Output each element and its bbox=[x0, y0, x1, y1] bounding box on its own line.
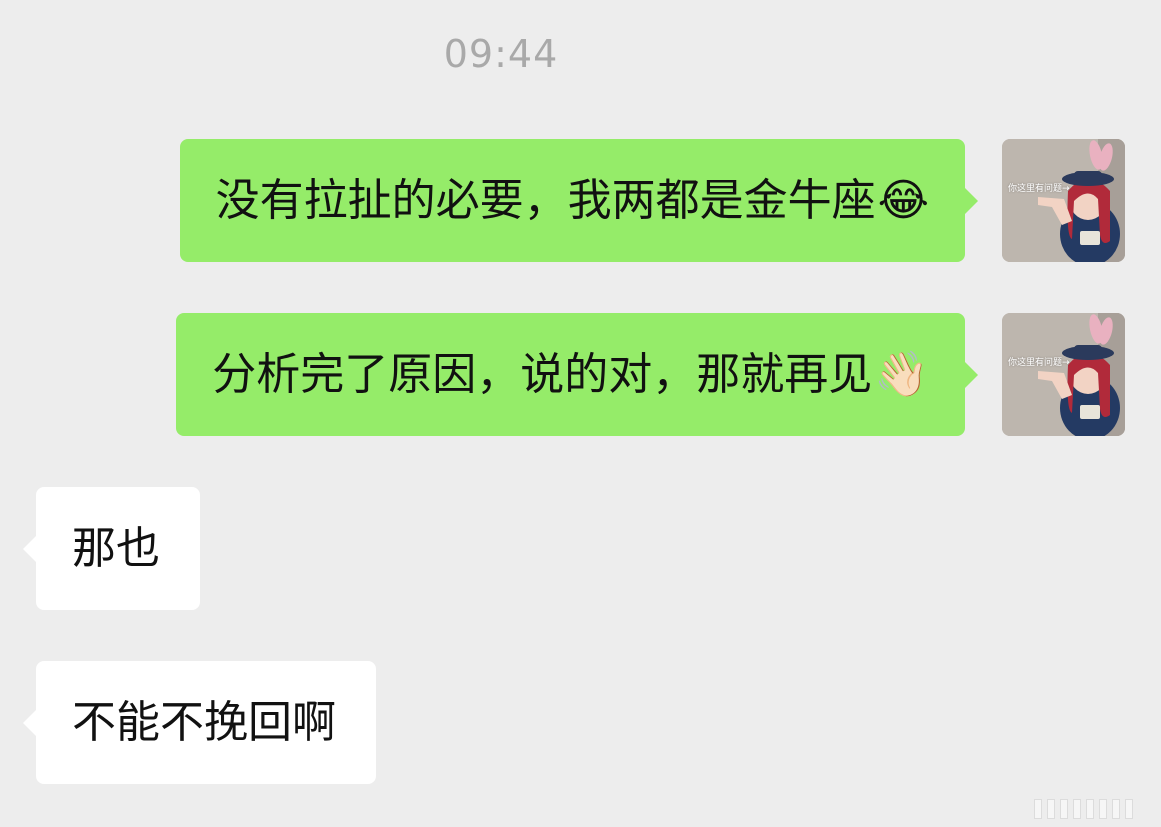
waving-hand-icon: 👋🏻 bbox=[874, 348, 929, 400]
received-message-bubble[interactable]: 那也 bbox=[23, 487, 200, 610]
my-avatar[interactable]: 你这里有问题→ bbox=[1002, 313, 1125, 436]
avatar-image bbox=[1002, 313, 1125, 436]
message-text: 那也 bbox=[72, 522, 160, 574]
avatar-image bbox=[1002, 139, 1125, 262]
avatar-caption: 你这里有问题→ bbox=[1008, 358, 1070, 368]
message-text: 没有拉扯的必要，我两都是金牛座 bbox=[215, 174, 876, 226]
watermark-logo bbox=[1034, 799, 1133, 819]
my-avatar[interactable]: 你这里有问题→ bbox=[1002, 139, 1125, 262]
received-message-bubble[interactable]: 不能不挽回啊 bbox=[23, 661, 376, 784]
message-timestamp: 09:44 bbox=[443, 32, 559, 76]
laughing-tears-icon: 😂 bbox=[877, 174, 929, 226]
sent-message-bubble[interactable]: 分析完了原因，说的对，那就再见 👋🏻 bbox=[176, 313, 978, 436]
message-text: 不能不挽回啊 bbox=[72, 696, 336, 748]
message-text: 分析完了原因，说的对，那就再见 bbox=[212, 348, 873, 400]
avatar-caption: 你这里有问题→ bbox=[1008, 184, 1070, 194]
sent-message-bubble[interactable]: 没有拉扯的必要，我两都是金牛座 😂 bbox=[179, 139, 979, 262]
